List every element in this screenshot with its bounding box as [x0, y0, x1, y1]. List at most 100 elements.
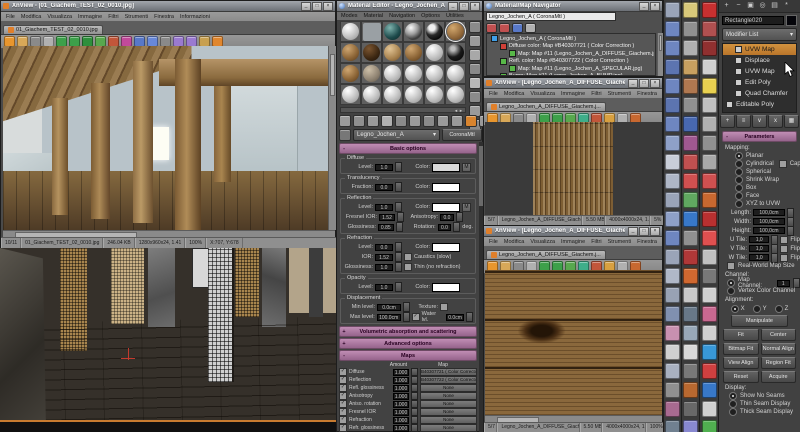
radio-icon[interactable] [735, 200, 743, 208]
display-option[interactable]: Show No Seams [719, 392, 800, 400]
modifier-toggle-icon[interactable] [735, 46, 742, 53]
navigator-view-icon[interactable] [499, 23, 510, 33]
material-sample-slot[interactable] [361, 84, 382, 105]
image-tab[interactable]: Legno_Jochen_A_DIFFUSE_Giachem.j... [486, 102, 606, 111]
toolbar-icon[interactable] [702, 401, 717, 417]
me-toolbar-icon[interactable] [353, 115, 365, 127]
toolbar-icon[interactable] [665, 192, 680, 208]
map-slot-button[interactable]: None [420, 384, 477, 392]
axis-option[interactable]: Y [753, 305, 767, 313]
map-channel-row[interactable]: Map Channel: 1 [719, 279, 800, 287]
rollout-parameters[interactable]: -Parameters [722, 131, 797, 142]
toolbar-icon[interactable] [665, 59, 680, 75]
alignment-button[interactable]: Center [761, 329, 797, 341]
menu-item[interactable]: Finestra [154, 14, 174, 20]
navigator-tree-item[interactable]: Legno_Jochen_A ( CoronaMtl ) [488, 35, 654, 43]
modifier-stack-item[interactable]: UVW Map [723, 44, 796, 55]
material-sample-slot[interactable] [382, 42, 403, 63]
map-enable-checkbox[interactable]: ✓ [339, 408, 347, 416]
manipulate-button[interactable]: Manipulate [731, 315, 788, 327]
titlebar[interactable]: XnView - [Legno_Jochen_A_DIFFUSE_Giachem… [484, 78, 662, 89]
mapping-option[interactable]: Cylindrical Cap [719, 160, 800, 168]
menu-item[interactable]: Modifica [21, 14, 41, 20]
me-toolbar-icon[interactable] [437, 115, 449, 127]
menu-item[interactable]: Filtri [591, 239, 601, 245]
toolbar-icon[interactable] [665, 116, 680, 132]
navigator-tree-item[interactable]: Map: Map #11 (Legno_Jochen_A_SPECULAR.jp… [488, 65, 654, 73]
maximize-button[interactable]: □ [639, 79, 649, 88]
displacement-max-field[interactable]: 100.0cm [377, 314, 401, 321]
map-amount-field[interactable]: 1.000 [393, 409, 409, 416]
toolbar-icon[interactable] [702, 78, 717, 94]
displacement-min-field[interactable]: 0.0cm [377, 304, 401, 311]
flip-checkbox[interactable] [780, 236, 788, 244]
sample-tool-icon[interactable] [469, 21, 481, 33]
menu-item[interactable]: File [489, 239, 498, 245]
radio-icon[interactable] [735, 176, 743, 184]
sample-tool-icon[interactable] [469, 35, 481, 47]
toolbar-icon[interactable] [683, 306, 698, 322]
map-enable-checkbox[interactable]: ✓ [339, 400, 347, 408]
minimize-button[interactable]: _ [628, 227, 638, 236]
mapping-option[interactable]: Shrink Wrap [719, 176, 800, 184]
titlebar[interactable]: Material/Map Navigator _× [484, 1, 662, 12]
command-panel-tab-icon[interactable]: ◎ [757, 1, 768, 11]
dimension-field[interactable]: 100,0cm [753, 227, 785, 234]
map-amount-field[interactable]: 1.000 [393, 401, 409, 408]
material-sample-slot[interactable] [424, 42, 445, 63]
toolbar-icon[interactable] [683, 135, 698, 151]
toolbar-icon[interactable] [665, 363, 680, 379]
maximize-button[interactable]: □ [459, 2, 469, 11]
map-amount-field[interactable]: 1.000 [393, 425, 409, 432]
tile-field[interactable]: 1,0 [749, 254, 769, 261]
menu-item[interactable]: File [489, 91, 498, 97]
toolbar-icon[interactable] [665, 78, 680, 94]
toolbar-icon[interactable] [683, 78, 698, 94]
modifier-stack-item[interactable]: Editable Poly [723, 99, 796, 110]
sample-tool-icon[interactable] [469, 77, 481, 89]
menu-item[interactable]: Visualizza [530, 239, 555, 245]
axis-option[interactable]: Z [775, 305, 789, 313]
material-sample-slot[interactable] [424, 84, 445, 105]
toolbar-icon[interactable] [702, 306, 717, 322]
mapping-option[interactable]: Face [719, 192, 800, 200]
tile-field[interactable]: 1,0 [749, 245, 769, 252]
toolbar-icon[interactable] [702, 2, 717, 18]
max-viewport[interactable] [0, 248, 336, 432]
rotation-field[interactable]: 0.0 [438, 224, 452, 231]
me-toolbar-icon[interactable] [367, 115, 379, 127]
minimize-button[interactable]: _ [628, 79, 638, 88]
material-sample-slot[interactable] [445, 42, 466, 63]
me-toolbar-icon[interactable] [381, 115, 393, 127]
opacity-color-swatch[interactable] [432, 283, 460, 292]
alignment-button[interactable]: Acquire [761, 371, 797, 383]
command-panel-tab-icon[interactable]: ▤ [769, 1, 780, 11]
stack-tool-button[interactable]: + [720, 115, 735, 128]
alignment-button[interactable]: Bitmap Fit [723, 343, 759, 355]
me-toolbar-icon[interactable] [451, 115, 463, 127]
toolbar-icon[interactable] [702, 116, 717, 132]
menu-item[interactable]: File [6, 14, 15, 20]
map-slot-button[interactable]: None [420, 408, 477, 416]
close-button[interactable]: × [650, 79, 660, 88]
flip-checkbox[interactable] [780, 245, 788, 253]
material-sample-slot[interactable] [382, 63, 403, 84]
refraction-glossiness-field[interactable]: 1.0 [375, 264, 393, 271]
toolbar-icon[interactable] [683, 173, 698, 189]
toolbar-icon[interactable] [683, 211, 698, 227]
texture-view[interactable] [485, 122, 662, 215]
menu-item[interactable]: Visualizza [530, 91, 555, 97]
toolbar-icon[interactable] [683, 268, 698, 284]
material-sample-slot[interactable] [382, 84, 403, 105]
navigator-tree-item[interactable]: Diffuse color: Map #B40307721 ( Color Co… [488, 43, 654, 51]
dimension-field[interactable]: 100,0cm [753, 218, 785, 225]
display-option[interactable]: Thin Seam Display [719, 400, 800, 408]
map-amount-field[interactable]: 1.000 [393, 385, 409, 392]
titlebar[interactable]: Material Editor - Legno_Jochen_A _□× [337, 1, 482, 12]
minimize-button[interactable]: _ [639, 2, 649, 11]
wood-texture-zoomed[interactable] [485, 270, 662, 415]
image-tab[interactable]: 01_Giachem_TEST_02_0010.jpg [3, 25, 103, 34]
toolbar-icon[interactable] [665, 325, 680, 341]
menu-item[interactable]: Strumenti [125, 14, 149, 20]
menu-item[interactable]: Strumenti [608, 239, 632, 245]
